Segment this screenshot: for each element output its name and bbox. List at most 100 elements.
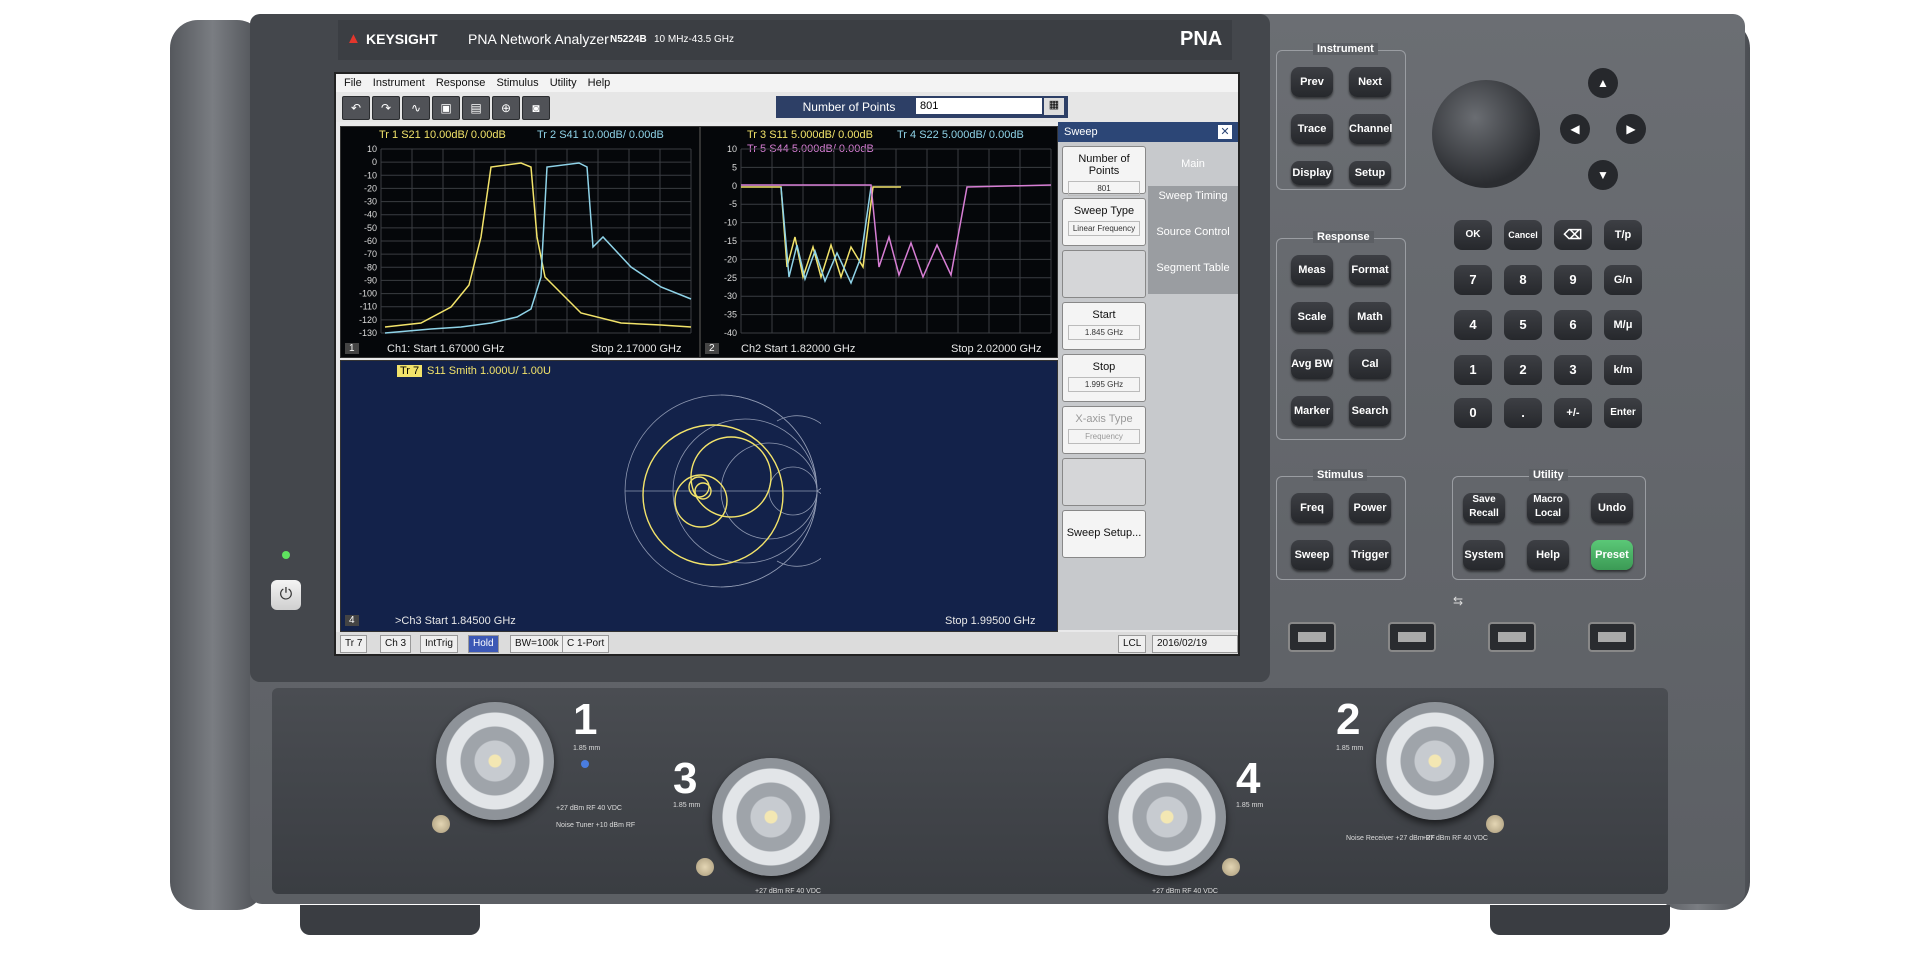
trace-button[interactable]: Trace bbox=[1291, 114, 1333, 144]
status-hold[interactable]: Hold bbox=[468, 635, 499, 653]
macro-local-button[interactable]: Macro Local bbox=[1527, 493, 1569, 523]
channel-button[interactable]: Channel bbox=[1349, 114, 1392, 144]
key-3[interactable]: 3 bbox=[1554, 355, 1592, 385]
arrow-right-icon[interactable]: ▶ bbox=[1616, 114, 1646, 144]
redo-icon[interactable]: ↷ bbox=[372, 96, 400, 120]
status-trigger[interactable]: IntTrig bbox=[420, 635, 458, 653]
display-button[interactable]: Display bbox=[1291, 161, 1333, 185]
marker-button[interactable]: Marker bbox=[1291, 396, 1333, 426]
save-recall-button[interactable]: Save Recall bbox=[1463, 493, 1505, 523]
status-bandwidth[interactable]: BW=100k bbox=[510, 635, 564, 653]
math-button[interactable]: Math bbox=[1349, 302, 1391, 332]
marker-icon[interactable]: ∿ bbox=[402, 96, 430, 120]
cal-button[interactable]: Cal bbox=[1349, 349, 1391, 379]
channel3-smith-window[interactable]: Tr 7 S11 Smith 1.000U/ 1.00U 4 >Ch3 Star… bbox=[340, 360, 1058, 632]
menu-utility[interactable]: Utility bbox=[550, 77, 577, 89]
avg-bw-button[interactable]: Avg BW bbox=[1291, 349, 1333, 379]
power-icon[interactable]: ⏻ bbox=[271, 580, 301, 610]
tp-key[interactable]: T/p bbox=[1604, 220, 1642, 250]
key-8[interactable]: 8 bbox=[1504, 265, 1542, 295]
menu-instrument[interactable]: Instrument bbox=[373, 77, 425, 89]
key-0[interactable]: 0 bbox=[1454, 398, 1492, 428]
trigger-button[interactable]: Trigger bbox=[1349, 540, 1391, 570]
backspace-icon[interactable]: ⌫ bbox=[1554, 220, 1592, 250]
plus-minus-key[interactable]: +/- bbox=[1554, 398, 1592, 428]
key-4[interactable]: 4 bbox=[1454, 310, 1492, 340]
setup-button[interactable]: Setup bbox=[1349, 161, 1391, 185]
keypad-icon[interactable]: ▦ bbox=[1044, 98, 1064, 115]
decimal-key[interactable]: . bbox=[1504, 398, 1542, 428]
screw bbox=[432, 815, 450, 833]
arrow-down-icon[interactable]: ▼ bbox=[1588, 160, 1618, 190]
meas-button[interactable]: Meas bbox=[1291, 255, 1333, 285]
key-2[interactable]: 2 bbox=[1504, 355, 1542, 385]
gn-key[interactable]: G/n bbox=[1604, 265, 1642, 295]
channel2-window[interactable]: Tr 3 S11 5.000dB/ 0.00dB Tr 4 S22 5.000d… bbox=[700, 126, 1058, 358]
softkey-sweep-setup[interactable]: Sweep Setup... bbox=[1062, 510, 1146, 558]
rotary-knob[interactable] bbox=[1432, 80, 1540, 188]
port-2-number: 2 bbox=[1336, 695, 1361, 744]
key-1[interactable]: 1 bbox=[1454, 355, 1492, 385]
key-9[interactable]: 9 bbox=[1554, 265, 1592, 295]
menu-stimulus[interactable]: Stimulus bbox=[496, 77, 538, 89]
softkey-number-of-points[interactable]: Number of Points 801 bbox=[1062, 146, 1146, 196]
arrow-up-icon[interactable]: ▲ bbox=[1588, 68, 1618, 98]
freq-button[interactable]: Freq bbox=[1291, 493, 1333, 523]
softkey-stop[interactable]: Stop 1.995 GHz bbox=[1062, 354, 1146, 402]
softkey-blank-2 bbox=[1062, 458, 1146, 506]
tab-segment-table[interactable]: Segment Table bbox=[1148, 258, 1238, 294]
camera-icon[interactable]: ◙ bbox=[522, 96, 550, 120]
sweep-button[interactable]: Sweep bbox=[1291, 540, 1333, 570]
usb-port-1[interactable] bbox=[1288, 622, 1336, 652]
test-port-3[interactable] bbox=[712, 758, 830, 876]
power-button[interactable]: Power bbox=[1349, 493, 1391, 523]
format-button[interactable]: Format bbox=[1349, 255, 1391, 285]
ch2-ytick: 5 bbox=[732, 162, 737, 172]
tab-main[interactable]: Main bbox=[1148, 146, 1238, 182]
scale-button[interactable]: Scale bbox=[1291, 302, 1333, 332]
status-channel[interactable]: Ch 3 bbox=[380, 635, 412, 653]
usb-port-3[interactable] bbox=[1488, 622, 1536, 652]
menu-file[interactable]: File bbox=[344, 77, 362, 89]
undo-icon[interactable]: ↶ bbox=[342, 96, 370, 120]
search-button[interactable]: Search bbox=[1349, 396, 1391, 426]
softkey-sweep-type[interactable]: Sweep Type Linear Frequency bbox=[1062, 198, 1146, 246]
key-7[interactable]: 7 bbox=[1454, 265, 1492, 295]
key-6[interactable]: 6 bbox=[1554, 310, 1592, 340]
enter-key[interactable]: Enter bbox=[1604, 398, 1642, 428]
test-port-1[interactable] bbox=[436, 702, 554, 820]
zoom-icon[interactable]: ⊕ bbox=[492, 96, 520, 120]
softkey-x-axis-type[interactable]: X-axis Type Frequency bbox=[1062, 406, 1146, 454]
tab-sweep-timing[interactable]: Sweep Timing bbox=[1148, 186, 1238, 222]
prev-button[interactable]: Prev bbox=[1291, 67, 1333, 97]
key-5[interactable]: 5 bbox=[1504, 310, 1542, 340]
next-button[interactable]: Next bbox=[1349, 67, 1391, 97]
tab-source-control[interactable]: Source Control bbox=[1148, 222, 1238, 258]
np-input[interactable]: 801 bbox=[916, 98, 1042, 114]
usb-port-2[interactable] bbox=[1388, 622, 1436, 652]
test-port-4[interactable] bbox=[1108, 758, 1226, 876]
menu-help[interactable]: Help bbox=[588, 77, 611, 89]
ok-key[interactable]: OK bbox=[1454, 220, 1492, 250]
preset-button[interactable]: Preset bbox=[1591, 540, 1633, 570]
status-bar: Tr 7 Ch 3 IntTrig Hold BW=100k C 1-Port … bbox=[336, 632, 1238, 654]
test-port-2[interactable] bbox=[1376, 702, 1494, 820]
usb-port-4[interactable] bbox=[1588, 622, 1636, 652]
close-icon[interactable]: ✕ bbox=[1218, 125, 1232, 139]
help-button[interactable]: Help bbox=[1527, 540, 1569, 570]
ch1-ytick: -20 bbox=[364, 183, 377, 193]
softkey-start[interactable]: Start 1.845 GHz bbox=[1062, 302, 1146, 350]
screenshot-icon[interactable]: ▣ bbox=[432, 96, 460, 120]
status-cal[interactable]: C 1-Port bbox=[562, 635, 610, 653]
undo-button[interactable]: Undo bbox=[1591, 493, 1633, 523]
km-key[interactable]: k/m bbox=[1604, 355, 1642, 385]
trash-icon[interactable]: ▤ bbox=[462, 96, 490, 120]
cancel-key[interactable]: Cancel bbox=[1504, 220, 1542, 250]
channel1-window[interactable]: Tr 1 S21 10.00dB/ 0.00dB Tr 2 S41 10.00d… bbox=[340, 126, 700, 358]
arrow-left-icon[interactable]: ◀ bbox=[1560, 114, 1590, 144]
system-button[interactable]: System bbox=[1463, 540, 1505, 570]
menu-response[interactable]: Response bbox=[436, 77, 486, 89]
status-trace[interactable]: Tr 7 bbox=[340, 635, 368, 653]
mu-key[interactable]: M/μ bbox=[1604, 310, 1642, 340]
ch1-ytick: 10 bbox=[367, 144, 377, 154]
